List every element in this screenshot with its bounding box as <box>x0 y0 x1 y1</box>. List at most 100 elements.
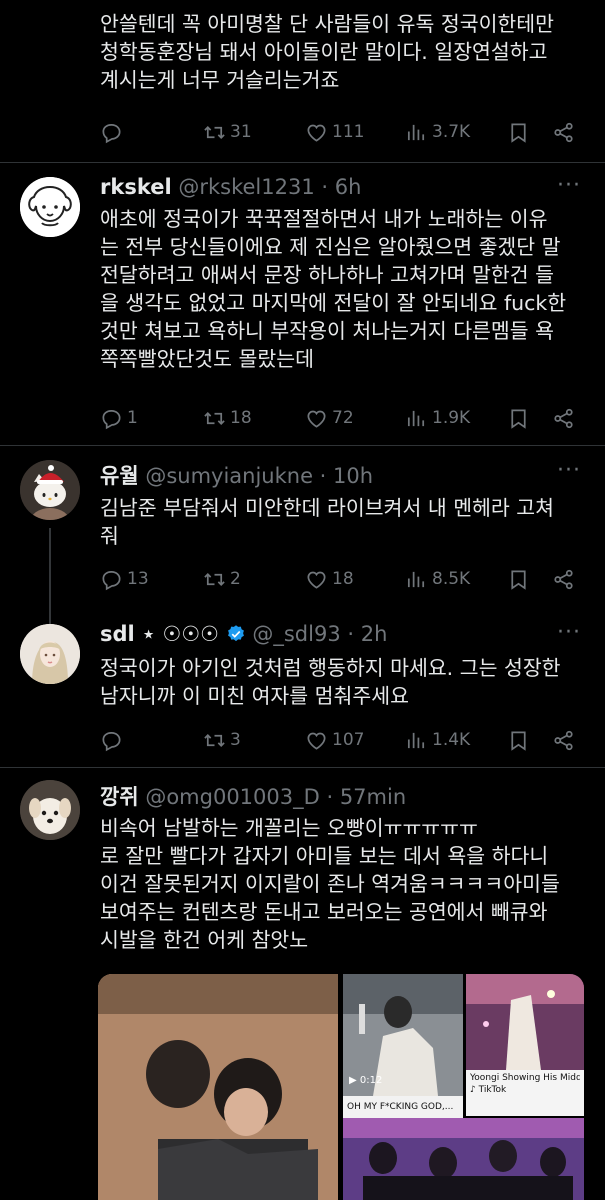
media-image[interactable] <box>466 974 584 1070</box>
like-button[interactable]: 107 <box>305 725 364 755</box>
tweet-text-line: 것만 쳐보고 욕하니 부작용이 처나는거지 다른멤들 욕 <box>100 319 555 343</box>
tweet-card[interactable]: 유월 @sumyianjukne · 10h ··· 김남준 부담줘서 미안한데… <box>0 446 605 628</box>
share-button[interactable] <box>552 117 579 147</box>
reply-count: 13 <box>127 569 149 589</box>
stage-photo-icon <box>466 974 584 1070</box>
bookmark-button[interactable] <box>507 725 534 755</box>
bookmark-button[interactable] <box>507 403 534 433</box>
tweet-card[interactable]: 안쓸텐데 꼭 아미명찰 단 사람들이 유독 정국이한테만 청학동훈장님 돼서 아… <box>0 0 605 162</box>
display-name[interactable]: rkskel <box>100 175 172 199</box>
group-photo-icon <box>343 1118 584 1200</box>
retweet-icon <box>203 568 226 591</box>
handle-and-time[interactable]: @_sdl93 · 2h <box>252 622 387 646</box>
puppy-avatar-icon <box>20 780 80 840</box>
views-button[interactable]: 8.5K <box>405 564 470 594</box>
like-button[interactable]: 18 <box>305 564 354 594</box>
views-icon <box>405 729 428 752</box>
retweet-icon <box>203 407 226 430</box>
retweet-icon <box>203 729 226 752</box>
like-button[interactable]: 111 <box>305 117 364 147</box>
tweet-text-line: 비속어 남발하는 개꼴리는 오빵이ㅠㅠㅠㅠㅠ <box>100 816 478 840</box>
tweet-text-line: 이건 잘못된거지 이지랄이 존나 역겨움ㅋㅋㅋㅋ아미들 <box>100 872 560 896</box>
display-name[interactable]: 유월 <box>100 464 139 488</box>
media-image[interactable] <box>98 974 338 1200</box>
more-icon[interactable]: ··· <box>557 458 581 483</box>
reply-button[interactable] <box>100 725 127 755</box>
views-button[interactable]: 1.9K <box>405 403 470 433</box>
bookmark-icon <box>507 568 530 591</box>
tweet-card[interactable]: sdl ⋆ ☉☉☉ @_sdl93 · 2h ··· 정국이가 아기인 것처럼 … <box>0 614 605 767</box>
tiktok-label: TikTok <box>478 1085 507 1095</box>
action-bar: 3 107 1.4K <box>100 725 580 755</box>
tweet-text: 애초에 정국이가 꾹꾹절절하면서 내가 노래하는 이유 는 전부 당신들이에요 … <box>100 205 590 373</box>
bookmark-button[interactable] <box>507 564 534 594</box>
tweet-text-line: 애초에 정국이가 꾹꾹절절하면서 내가 노래하는 이유 <box>100 207 548 231</box>
avatar[interactable] <box>20 177 80 237</box>
video-duration: ▶ 0:12 <box>349 1075 382 1086</box>
tweet-text-line: 시발을 한건 어케 참앗노 <box>100 928 309 952</box>
action-bar: 13 2 18 8.5K <box>100 564 580 594</box>
reply-button[interactable] <box>100 117 127 147</box>
reply-icon <box>100 568 123 591</box>
reply-icon <box>100 729 123 752</box>
more-icon[interactable]: ··· <box>557 620 581 645</box>
media-video-thumbnail[interactable]: ▶ 0:12 <box>343 974 463 1096</box>
like-icon <box>305 729 328 752</box>
retweet-button[interactable]: 3 <box>203 725 241 755</box>
bookmark-icon <box>507 121 530 144</box>
retweet-count: 3 <box>230 730 241 750</box>
verified-icon <box>227 625 244 642</box>
tweet-card[interactable]: 깡쥐 @omg001003_D · 57min 비속어 남발하는 개꼴리는 오빵… <box>0 768 605 1200</box>
thread-line <box>49 528 51 628</box>
like-icon <box>305 568 328 591</box>
girl-avatar-icon <box>20 624 80 684</box>
media-image[interactable] <box>343 1118 584 1200</box>
retweet-button[interactable]: 31 <box>203 117 252 147</box>
display-name[interactable]: 깡쥐 <box>100 785 139 809</box>
like-icon <box>305 121 328 144</box>
retweet-count: 2 <box>230 569 241 589</box>
tweet-card[interactable]: rkskel @rkskel1231 · 6h ··· 애초에 정국이가 꾹꾹절… <box>0 163 605 445</box>
retweet-button[interactable]: 2 <box>203 564 241 594</box>
avatar[interactable] <box>20 780 80 840</box>
tweet-text: 정국이가 아기인 것처럼 행동하지 마세요. 그는 성장한 남자니까 이 미친 … <box>100 654 590 710</box>
views-icon <box>405 407 428 430</box>
display-name[interactable]: sdl ⋆ ☉☉☉ <box>100 622 219 646</box>
avatar[interactable] <box>20 460 80 520</box>
reply-button[interactable]: 1 <box>100 403 138 433</box>
reply-button[interactable]: 13 <box>100 564 149 594</box>
like-count: 72 <box>332 408 354 428</box>
tweet-text-line: 는 전부 당신들이에요 제 진심은 알아줬으면 좋겠단 말 <box>100 235 561 259</box>
views-button[interactable]: 1.4K <box>405 725 470 755</box>
views-button[interactable]: 3.7K <box>405 117 470 147</box>
share-button[interactable] <box>552 564 579 594</box>
share-icon <box>552 729 575 752</box>
play-icon: ▶ <box>349 1075 357 1086</box>
bookmark-button[interactable] <box>507 117 534 147</box>
share-button[interactable] <box>552 725 579 755</box>
tweet-text-line: 전달하려고 애써서 문장 하나하나 고쳐가며 말한건 들 <box>100 263 555 287</box>
tiktok-source: ♪ TikTok <box>470 1084 580 1096</box>
tweet-text-line: 줘 <box>100 524 119 548</box>
views-count: 1.4K <box>432 730 471 750</box>
caption-spacer <box>466 1100 584 1116</box>
retweet-button[interactable]: 18 <box>203 403 252 433</box>
tweet-text-line: 청학동훈장님 돼서 아이돌이란 말이다. 일장연설하고 <box>100 40 548 64</box>
retweet-count: 18 <box>230 408 252 428</box>
tweet-text-line: 쪽쪽빨았단것도 몰랐는데 <box>100 347 314 371</box>
reply-icon <box>100 407 123 430</box>
video-caption: OH MY F*CKING GOD,... <box>343 1096 463 1118</box>
views-icon <box>405 121 428 144</box>
share-button[interactable] <box>552 403 579 433</box>
avatar[interactable] <box>20 624 80 684</box>
more-icon[interactable]: ··· <box>557 173 581 198</box>
handle-and-time[interactable]: @sumyianjukne · 10h <box>145 464 373 488</box>
tweet-text: 김남준 부담줘서 미안한데 라이브켜서 내 멘헤라 고쳐 줘 <box>100 494 590 550</box>
handle-and-time[interactable]: @rkskel1231 · 6h <box>178 175 361 199</box>
like-button[interactable]: 72 <box>305 403 354 433</box>
views-count: 1.9K <box>432 408 471 428</box>
tweet-text-line: 남자니까 이 미친 여자를 멈춰주세요 <box>100 684 409 708</box>
like-count: 111 <box>332 122 365 142</box>
photo-people-icon <box>98 974 338 1200</box>
handle-and-time[interactable]: @omg001003_D · 57min <box>145 785 406 809</box>
